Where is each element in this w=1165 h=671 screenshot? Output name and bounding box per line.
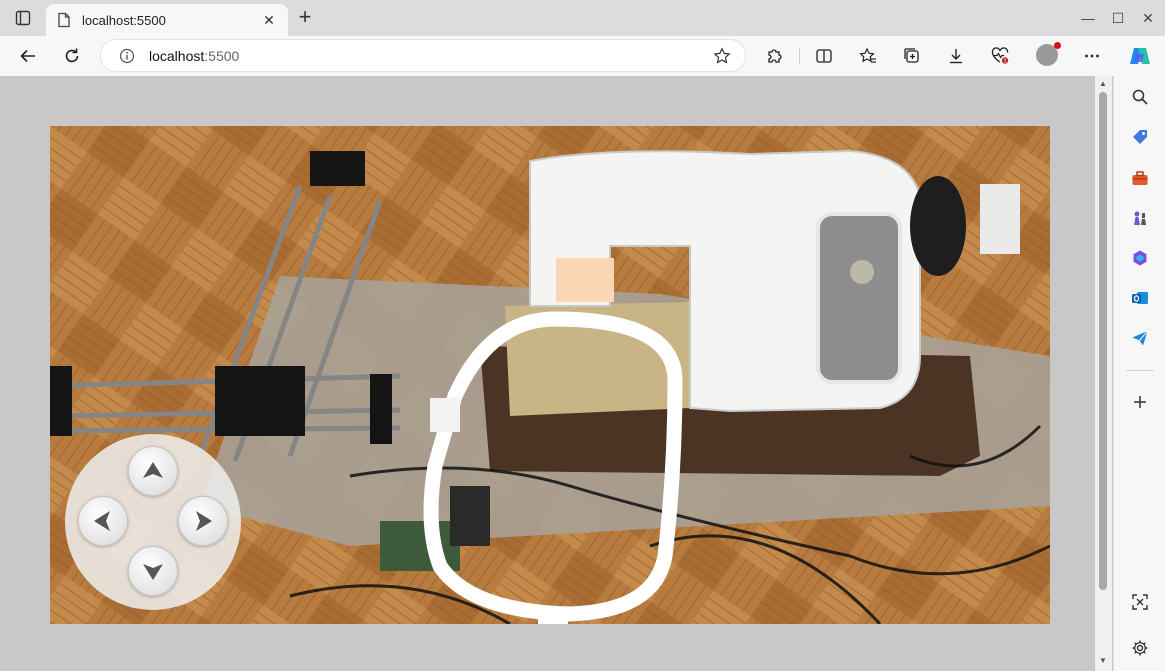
office-icon[interactable] [1130, 248, 1150, 268]
gantry-top-bracket [310, 151, 365, 186]
puzzle-icon[interactable] [765, 46, 785, 66]
page-viewport [0, 76, 1095, 671]
info-icon[interactable] [119, 48, 135, 64]
toolbar: localhost:5500 1 [0, 36, 1165, 76]
reload-icon[interactable] [60, 44, 84, 68]
tab-actions-icon[interactable] [10, 6, 36, 30]
heart-pulse-icon[interactable]: 1 [990, 46, 1010, 66]
toolbar-divider [799, 48, 800, 64]
title-bar: localhost:5500 ✕ + — ☐ ✕ [0, 0, 1165, 36]
screenshot-icon[interactable] [1130, 592, 1150, 612]
plus-icon[interactable] [1130, 392, 1150, 412]
move-right-button[interactable] [178, 496, 228, 546]
page-scrollbar[interactable]: ▲ ▼ [1095, 76, 1112, 671]
control-chip [450, 486, 490, 546]
scroll-down-icon[interactable]: ▼ [1098, 656, 1108, 666]
hoop-clip [538, 614, 568, 624]
download-icon[interactable] [946, 46, 966, 66]
more-icon[interactable] [1082, 46, 1102, 66]
star-icon[interactable] [713, 47, 731, 65]
edge-sidebar [1113, 76, 1165, 671]
arrow-up-icon [143, 462, 163, 478]
minimize-icon[interactable]: — [1078, 8, 1098, 28]
tag-icon[interactable] [1130, 127, 1150, 147]
maximize-icon[interactable]: ☐ [1108, 8, 1128, 28]
hoop-bracket [430, 398, 460, 432]
page-icon [56, 12, 72, 28]
back-arrow-icon[interactable] [16, 44, 40, 68]
svg-text:1: 1 [1004, 58, 1007, 64]
new-tab-button[interactable]: + [293, 6, 317, 30]
tab-title: localhost:5500 [82, 12, 166, 28]
needle-marker [556, 258, 614, 302]
split-screen-icon[interactable] [814, 46, 834, 66]
search-icon[interactable] [1130, 87, 1150, 107]
close-tab-icon[interactable]: ✕ [260, 12, 278, 29]
move-down-button[interactable] [128, 546, 178, 596]
scroll-up-icon[interactable]: ▲ [1098, 79, 1108, 89]
notification-dot [1054, 42, 1061, 49]
avatar[interactable] [1036, 42, 1061, 66]
direction-pad [65, 434, 241, 610]
arrow-right-icon [196, 511, 212, 531]
move-left-button[interactable] [78, 496, 128, 546]
gantry-right-end [370, 374, 392, 444]
scrollbar-thumb[interactable] [1099, 92, 1107, 590]
gantry-left-end [50, 366, 72, 436]
url-host: localhost [149, 48, 205, 64]
gear-icon[interactable] [1130, 638, 1150, 658]
favorites-icon[interactable] [858, 46, 878, 66]
machine-panel [816, 212, 902, 384]
send-icon[interactable] [1130, 328, 1150, 348]
hand-wheel [910, 176, 966, 276]
motor-block [980, 184, 1020, 254]
chess-icon[interactable] [1130, 208, 1150, 228]
gantry-carriage [215, 366, 305, 436]
toolbox-icon[interactable] [1130, 168, 1150, 188]
machine-knob [850, 260, 874, 284]
arrow-down-icon [143, 564, 163, 580]
collections-icon[interactable] [902, 46, 922, 66]
url-port: :5500 [204, 48, 240, 64]
circuit-board [380, 521, 460, 571]
outlook-icon[interactable] [1130, 288, 1150, 308]
copilot-icon[interactable] [1128, 44, 1152, 68]
address-bar[interactable]: localhost:5500 [100, 39, 746, 72]
move-up-button[interactable] [128, 446, 178, 496]
url-text[interactable]: localhost:5500 [149, 48, 239, 64]
close-window-icon[interactable]: ✕ [1138, 8, 1158, 28]
arrow-left-icon [94, 511, 110, 531]
sidebar-divider [1126, 370, 1154, 371]
browser-tab[interactable]: localhost:5500 ✕ [46, 4, 288, 36]
